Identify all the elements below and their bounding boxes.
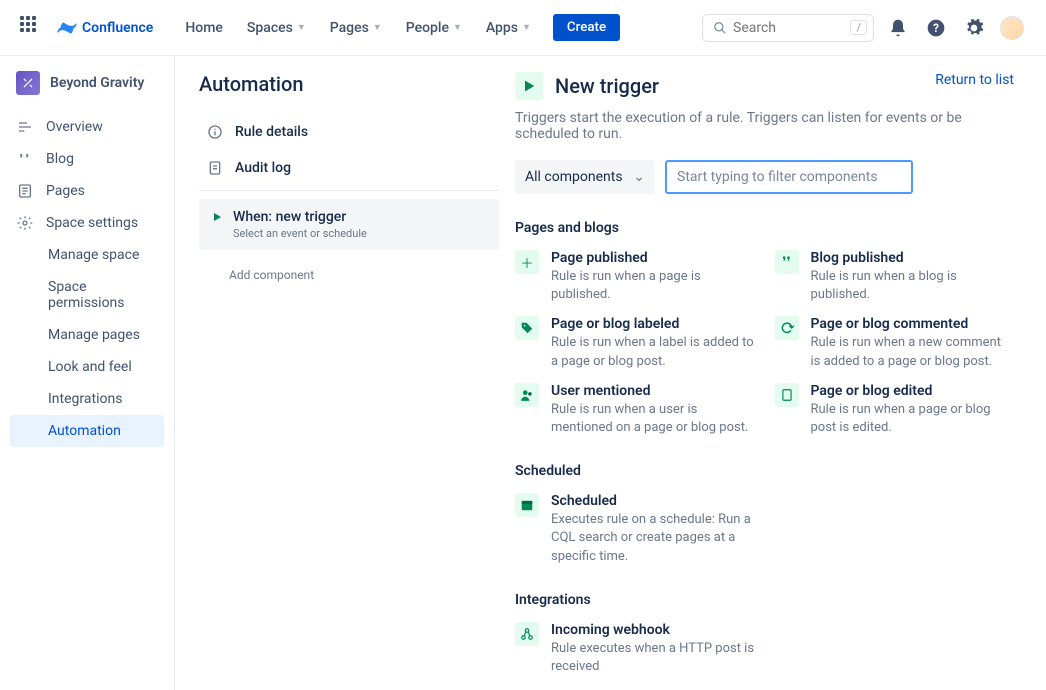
sidebar-manage-space[interactable]: Manage space xyxy=(0,239,174,271)
rule-builder-column: Automation Rule details Audit log When: … xyxy=(199,72,499,690)
app-switcher-icon[interactable] xyxy=(20,16,44,40)
nav-home[interactable]: Home xyxy=(175,14,233,42)
section-pages: Pages and blogs xyxy=(515,220,1014,236)
create-button[interactable]: Create xyxy=(553,14,620,41)
trigger-user-mentioned[interactable]: User mentionedRule is run when a user is… xyxy=(515,383,755,437)
trigger-panel: New trigger Return to list Triggers star… xyxy=(499,72,1014,690)
section-integrations: Integrations xyxy=(515,592,1014,608)
top-nav: Confluence Home Spaces▼ Pages▼ People▼ A… xyxy=(0,0,1046,56)
trigger-description: Triggers start the execution of a rule. … xyxy=(515,110,1014,142)
pages-icon xyxy=(16,183,34,199)
nav-pages[interactable]: Pages▼ xyxy=(320,14,392,42)
profile-button[interactable] xyxy=(998,14,1026,42)
chevron-down-icon: ▼ xyxy=(453,22,462,33)
nav-spaces[interactable]: Spaces▼ xyxy=(237,14,316,42)
trigger-blog-published[interactable]: ❜❜ Blog publishedRule is run when a blog… xyxy=(775,250,1015,304)
step-title: When: new trigger xyxy=(233,209,367,225)
nav-people[interactable]: People▼ xyxy=(396,14,472,42)
chevron-down-icon: ⌄ xyxy=(633,169,645,185)
component-filter-dropdown[interactable]: All components ⌄ xyxy=(515,160,655,194)
audit-log[interactable]: Audit log xyxy=(199,150,499,186)
notifications-icon[interactable] xyxy=(884,14,912,42)
user-icon xyxy=(515,383,539,407)
help-icon[interactable]: ? xyxy=(922,14,950,42)
add-component[interactable]: Add component xyxy=(199,250,499,282)
gear-icon xyxy=(16,215,34,231)
space-logo-icon xyxy=(16,71,40,95)
sidebar-blog[interactable]: Blog xyxy=(0,143,174,175)
play-icon xyxy=(211,211,223,223)
blog-icon xyxy=(16,151,34,167)
trigger-page-edited[interactable]: Page or blog editedRule is run when a pa… xyxy=(775,383,1015,437)
webhook-icon xyxy=(515,622,539,646)
trigger-page-commented[interactable]: Page or blog commentedRule is run when a… xyxy=(775,316,1015,370)
calendar-icon xyxy=(515,493,539,517)
space-header[interactable]: Beyond Gravity xyxy=(0,66,174,111)
document-icon xyxy=(775,383,799,407)
refresh-icon xyxy=(775,316,799,340)
product-logo[interactable]: Confluence xyxy=(56,17,153,39)
page-title: Automation xyxy=(199,72,499,96)
sidebar-integrations[interactable]: Integrations xyxy=(0,383,174,415)
chevron-down-icon: ▼ xyxy=(522,22,531,33)
plus-icon: ＋ xyxy=(515,250,539,274)
content: Automation Rule details Audit log When: … xyxy=(175,56,1046,690)
sidebar-automation[interactable]: Automation xyxy=(10,415,164,447)
sidebar-space-settings[interactable]: Space settings xyxy=(0,207,174,239)
search-icon xyxy=(713,21,727,35)
trigger-page-labeled[interactable]: Page or blog labeledRule is run when a l… xyxy=(515,316,755,370)
sidebar-manage-pages[interactable]: Manage pages xyxy=(0,319,174,351)
overview-icon xyxy=(16,119,34,135)
divider xyxy=(199,190,499,191)
sidebar-look-and-feel[interactable]: Look and feel xyxy=(0,351,174,383)
rule-details[interactable]: Rule details xyxy=(199,114,499,150)
quote-icon: ❜❜ xyxy=(775,250,799,274)
trigger-page-published[interactable]: ＋ Page publishedRule is run when a page … xyxy=(515,250,755,304)
sidebar-overview[interactable]: Overview xyxy=(0,111,174,143)
trigger-incoming-webhook[interactable]: Incoming webhookRule executes when a HTT… xyxy=(515,622,755,676)
return-to-list[interactable]: Return to list xyxy=(935,72,1014,88)
settings-icon[interactable] xyxy=(960,14,988,42)
sidebar-space-permissions[interactable]: Space permissions xyxy=(0,271,174,319)
avatar xyxy=(1000,16,1024,40)
play-icon xyxy=(515,72,543,100)
filter-input[interactable] xyxy=(665,160,913,194)
trigger-step[interactable]: When: new trigger Select an event or sch… xyxy=(199,199,499,250)
nav-apps[interactable]: Apps▼ xyxy=(476,14,541,42)
trigger-title: New trigger xyxy=(555,74,659,98)
section-scheduled: Scheduled xyxy=(515,463,1014,479)
search-box[interactable]: / xyxy=(702,14,874,42)
search-input[interactable] xyxy=(733,20,843,36)
product-name: Confluence xyxy=(82,20,153,36)
confluence-icon xyxy=(56,17,78,39)
info-icon xyxy=(207,124,223,140)
chevron-down-icon: ▼ xyxy=(297,22,306,33)
tag-icon xyxy=(515,316,539,340)
sidebar-pages[interactable]: Pages xyxy=(0,175,174,207)
trigger-scheduled[interactable]: ScheduledExecutes rule on a schedule: Ru… xyxy=(515,493,755,566)
search-shortcut: / xyxy=(850,20,867,35)
step-subtitle: Select an event or schedule xyxy=(233,227,367,240)
chevron-down-icon: ▼ xyxy=(373,22,382,33)
sidebar: Beyond Gravity Overview Blog Pages Space… xyxy=(0,56,175,690)
log-icon xyxy=(207,160,223,176)
space-name: Beyond Gravity xyxy=(50,75,144,91)
svg-text:?: ? xyxy=(933,21,939,35)
